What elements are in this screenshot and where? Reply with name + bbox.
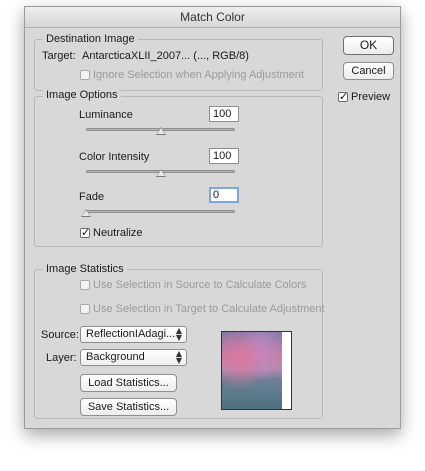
color-intensity-slider-thumb[interactable] — [155, 169, 166, 177]
source-thumbnail — [221, 331, 292, 410]
target-label: Target: — [42, 50, 76, 62]
updown-arrows-icon: ▲ ▼ — [175, 349, 182, 365]
image-options-title: Image Options — [43, 89, 121, 101]
ignore-selection-checkbox[interactable] — [80, 70, 90, 80]
fade-label: Fade — [79, 191, 105, 203]
neutralize-label: Neutralize — [93, 227, 143, 239]
destination-image-group — [34, 39, 323, 91]
ok-button[interactable]: OK — [343, 36, 394, 55]
layer-select-value: Background — [86, 351, 145, 363]
source-thumbnail-image — [222, 332, 282, 409]
source-select-value: ReflectionIAdagi... — [86, 328, 176, 340]
fade-slider-thumb[interactable] — [81, 209, 91, 217]
cancel-button[interactable]: Cancel — [343, 62, 394, 80]
layer-select[interactable]: Background ▲ ▼ — [80, 349, 187, 366]
image-statistics-title: Image Statistics — [43, 263, 127, 275]
destination-image-title: Destination Image — [43, 33, 138, 45]
source-select[interactable]: ReflectionIAdagi... ▲ ▼ — [80, 326, 187, 343]
use-source-selection-label: Use Selection in Source to Calculate Col… — [93, 279, 307, 291]
load-statistics-button[interactable]: Load Statistics... — [80, 374, 177, 392]
fade-slider-track[interactable] — [86, 210, 235, 213]
preview-label: Preview — [351, 91, 391, 103]
luminance-input[interactable]: 100 — [209, 106, 239, 122]
color-intensity-input[interactable]: 100 — [209, 148, 239, 164]
layer-label: Layer: — [46, 352, 77, 364]
updown-arrows-icon: ▲ ▼ — [175, 326, 182, 342]
use-target-selection-label: Use Selection in Target to Calculate Adj… — [93, 303, 325, 315]
use-target-selection-checkbox[interactable] — [80, 304, 90, 314]
match-color-dialog: Match Color Destination Image Target: An… — [24, 6, 401, 429]
luminance-label: Luminance — [79, 109, 133, 121]
preview-checkbox[interactable] — [338, 90, 348, 103]
save-statistics-button[interactable]: Save Statistics... — [80, 398, 177, 416]
neutralize-checkbox[interactable] — [80, 226, 90, 239]
source-label: Source: — [41, 329, 79, 341]
ignore-selection-label: Ignore Selection when Applying Adjustmen… — [93, 69, 304, 81]
fade-input[interactable]: 0 — [209, 187, 239, 203]
window-title: Match Color — [25, 7, 400, 28]
target-value: AntarcticaXLII_2007... (..., RGB/8) — [82, 50, 249, 62]
luminance-slider-thumb[interactable] — [155, 127, 166, 135]
color-intensity-label: Color Intensity — [79, 151, 150, 163]
use-source-selection-checkbox[interactable] — [80, 280, 90, 290]
